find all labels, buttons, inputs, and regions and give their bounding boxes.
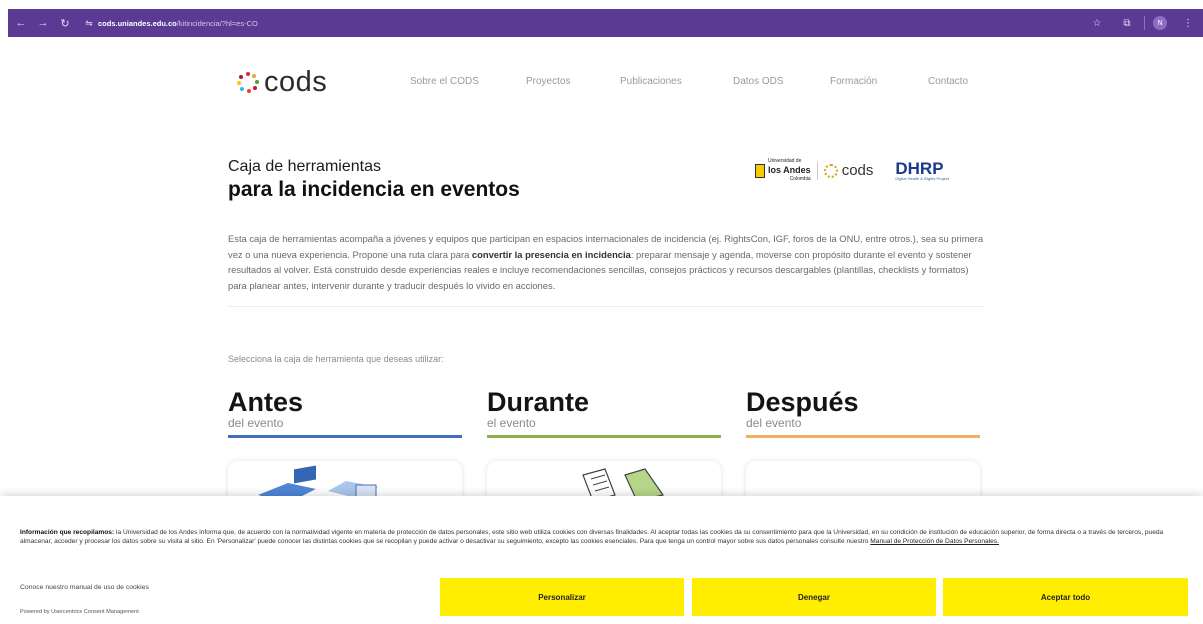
toolbox-subtitle: del evento xyxy=(228,416,284,430)
uniandes-shield-icon xyxy=(755,163,765,178)
cods-ring-icon xyxy=(823,163,838,178)
personalizar-button[interactable]: Personalizar xyxy=(440,578,684,616)
partner-logos: Universidad de los Andes Colombia cods D… xyxy=(755,157,949,184)
page-kicker: Caja de herramientas xyxy=(228,158,381,175)
cookie-banner: Información que recopilamos: la Universi… xyxy=(0,496,1203,624)
dhrp-text: DHRP xyxy=(895,158,944,178)
intro-description: Esta caja de herramientas acompaña a jóv… xyxy=(228,231,984,293)
dhrp-subtext: Digital Health & Rights Project xyxy=(895,175,949,181)
menu-kebab-icon[interactable]: ⋮ xyxy=(1179,14,1197,32)
uniandes-line2: los Andes xyxy=(768,165,811,175)
desc-bold: convertir la presencia en incidencia xyxy=(471,248,631,260)
toolbox-subtitle: el evento xyxy=(487,416,536,430)
aceptar-todo-button[interactable]: Aceptar todo xyxy=(943,578,1188,616)
toolbox-despues[interactable]: Después del evento xyxy=(746,388,980,438)
nav-datos-ods[interactable]: Datos ODS xyxy=(733,76,784,87)
section-divider xyxy=(228,306,984,307)
cods-logo-mark-icon xyxy=(237,71,259,94)
address-bar[interactable]: ⇋ cods.uniandes.edu.co/kitincidencia/?hl… xyxy=(80,13,258,33)
toolbox-antes[interactable]: Antes del evento xyxy=(228,388,462,438)
reload-icon[interactable]: ↻ xyxy=(56,14,74,32)
url-domain: cods.uniandes.edu.co xyxy=(98,18,177,28)
toolbox-title: Durante xyxy=(487,387,590,417)
cookie-manual-link[interactable]: Conoce nuestro manual de uso de cookies xyxy=(20,584,149,591)
forward-icon[interactable]: → xyxy=(34,14,52,32)
toolbox-subtitle: del evento xyxy=(746,416,802,430)
toolbox-color-bar xyxy=(228,435,462,438)
toolbar-divider xyxy=(1144,16,1145,30)
select-toolbox-label: Selecciona la caja de herramienta que de… xyxy=(228,354,444,364)
cods-partner-text: cods xyxy=(841,162,874,179)
nav-contacto[interactable]: Contacto xyxy=(928,76,968,87)
uniandes-logo: Universidad de los Andes Colombia xyxy=(755,157,811,184)
page-title: para la incidencia en eventos xyxy=(228,178,520,201)
cookie-heading: Información que recopilamos: xyxy=(20,529,115,536)
nav-publicaciones[interactable]: Publicaciones xyxy=(620,76,682,87)
toolbox-title: Después xyxy=(746,387,859,417)
browser-toolbar: ← → ↻ ⇋ cods.uniandes.edu.co/kitincidenc… xyxy=(8,9,1203,37)
profile-avatar[interactable]: N xyxy=(1153,16,1167,30)
browser-chrome: ← → ↻ ⇋ cods.uniandes.edu.co/kitincidenc… xyxy=(0,0,1203,42)
partner-divider xyxy=(816,161,818,180)
site-settings-icon[interactable]: ⇋ xyxy=(80,14,98,32)
cods-partner-logo: cods xyxy=(823,162,874,179)
toolbox-durante[interactable]: Durante el evento xyxy=(487,388,721,438)
uniandes-line3: Colombia xyxy=(789,176,811,182)
nav-sobre-el-cods[interactable]: Sobre el CODS xyxy=(410,76,479,87)
toolbox-color-bar xyxy=(746,435,980,438)
url-path: /kitincidencia/?hl=es-CO xyxy=(176,18,258,28)
logo-text: cods xyxy=(264,66,328,98)
denegar-button[interactable]: Denegar xyxy=(692,578,936,616)
nav-proyectos[interactable]: Proyectos xyxy=(526,76,570,87)
cookie-privacy-link[interactable]: Manual de Protección de Datos Personales… xyxy=(870,538,999,545)
cookie-info-text: Información que recopilamos: la Universi… xyxy=(20,528,1185,546)
powered-by: Powered by Usercentrics Consent Manageme… xyxy=(20,609,139,615)
dhrp-logo: DHRP Digital Health & Rights Project xyxy=(895,158,949,181)
nav-formacion[interactable]: Formación xyxy=(830,76,877,87)
toolbox-title: Antes xyxy=(228,387,304,417)
bookmark-star-icon[interactable]: ☆ xyxy=(1088,14,1106,32)
toolbox-color-bar xyxy=(487,435,721,438)
back-icon[interactable]: ← xyxy=(12,14,30,32)
cods-logo[interactable]: cods xyxy=(237,66,327,99)
extensions-icon[interactable]: ⧉ xyxy=(1118,14,1136,32)
